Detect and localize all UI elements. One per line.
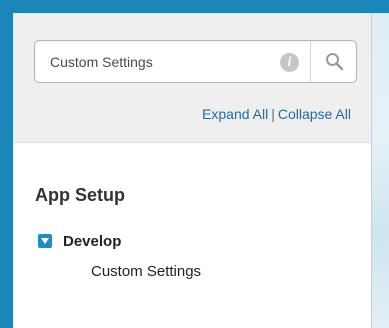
section-title: App Setup (35, 185, 125, 205)
tree-controls: Expand All | Collapse All (202, 106, 351, 122)
search-icon (326, 53, 344, 71)
collapse-all-link[interactable]: Collapse All (278, 106, 351, 122)
main-content-area (372, 13, 389, 328)
search-panel: i Expand All|Collapse All (13, 13, 371, 143)
search-box: i (34, 40, 357, 83)
tree-node-label: Develop (63, 232, 122, 250)
tree-item-custom-settings[interactable]: Custom Settings (89, 262, 203, 281)
setup-sidebar: i Expand All|Collapse All App Setup Deve… (13, 13, 372, 328)
collapse-toggle-icon[interactable] (38, 234, 52, 248)
tree-node-develop[interactable]: Develop (38, 231, 121, 251)
expand-all-link[interactable]: Expand All (202, 106, 268, 122)
tree-controls-separator: | (271, 106, 275, 122)
search-button[interactable] (311, 41, 357, 82)
info-icon[interactable]: i (280, 53, 299, 72)
quick-find-input[interactable] (35, 41, 275, 82)
